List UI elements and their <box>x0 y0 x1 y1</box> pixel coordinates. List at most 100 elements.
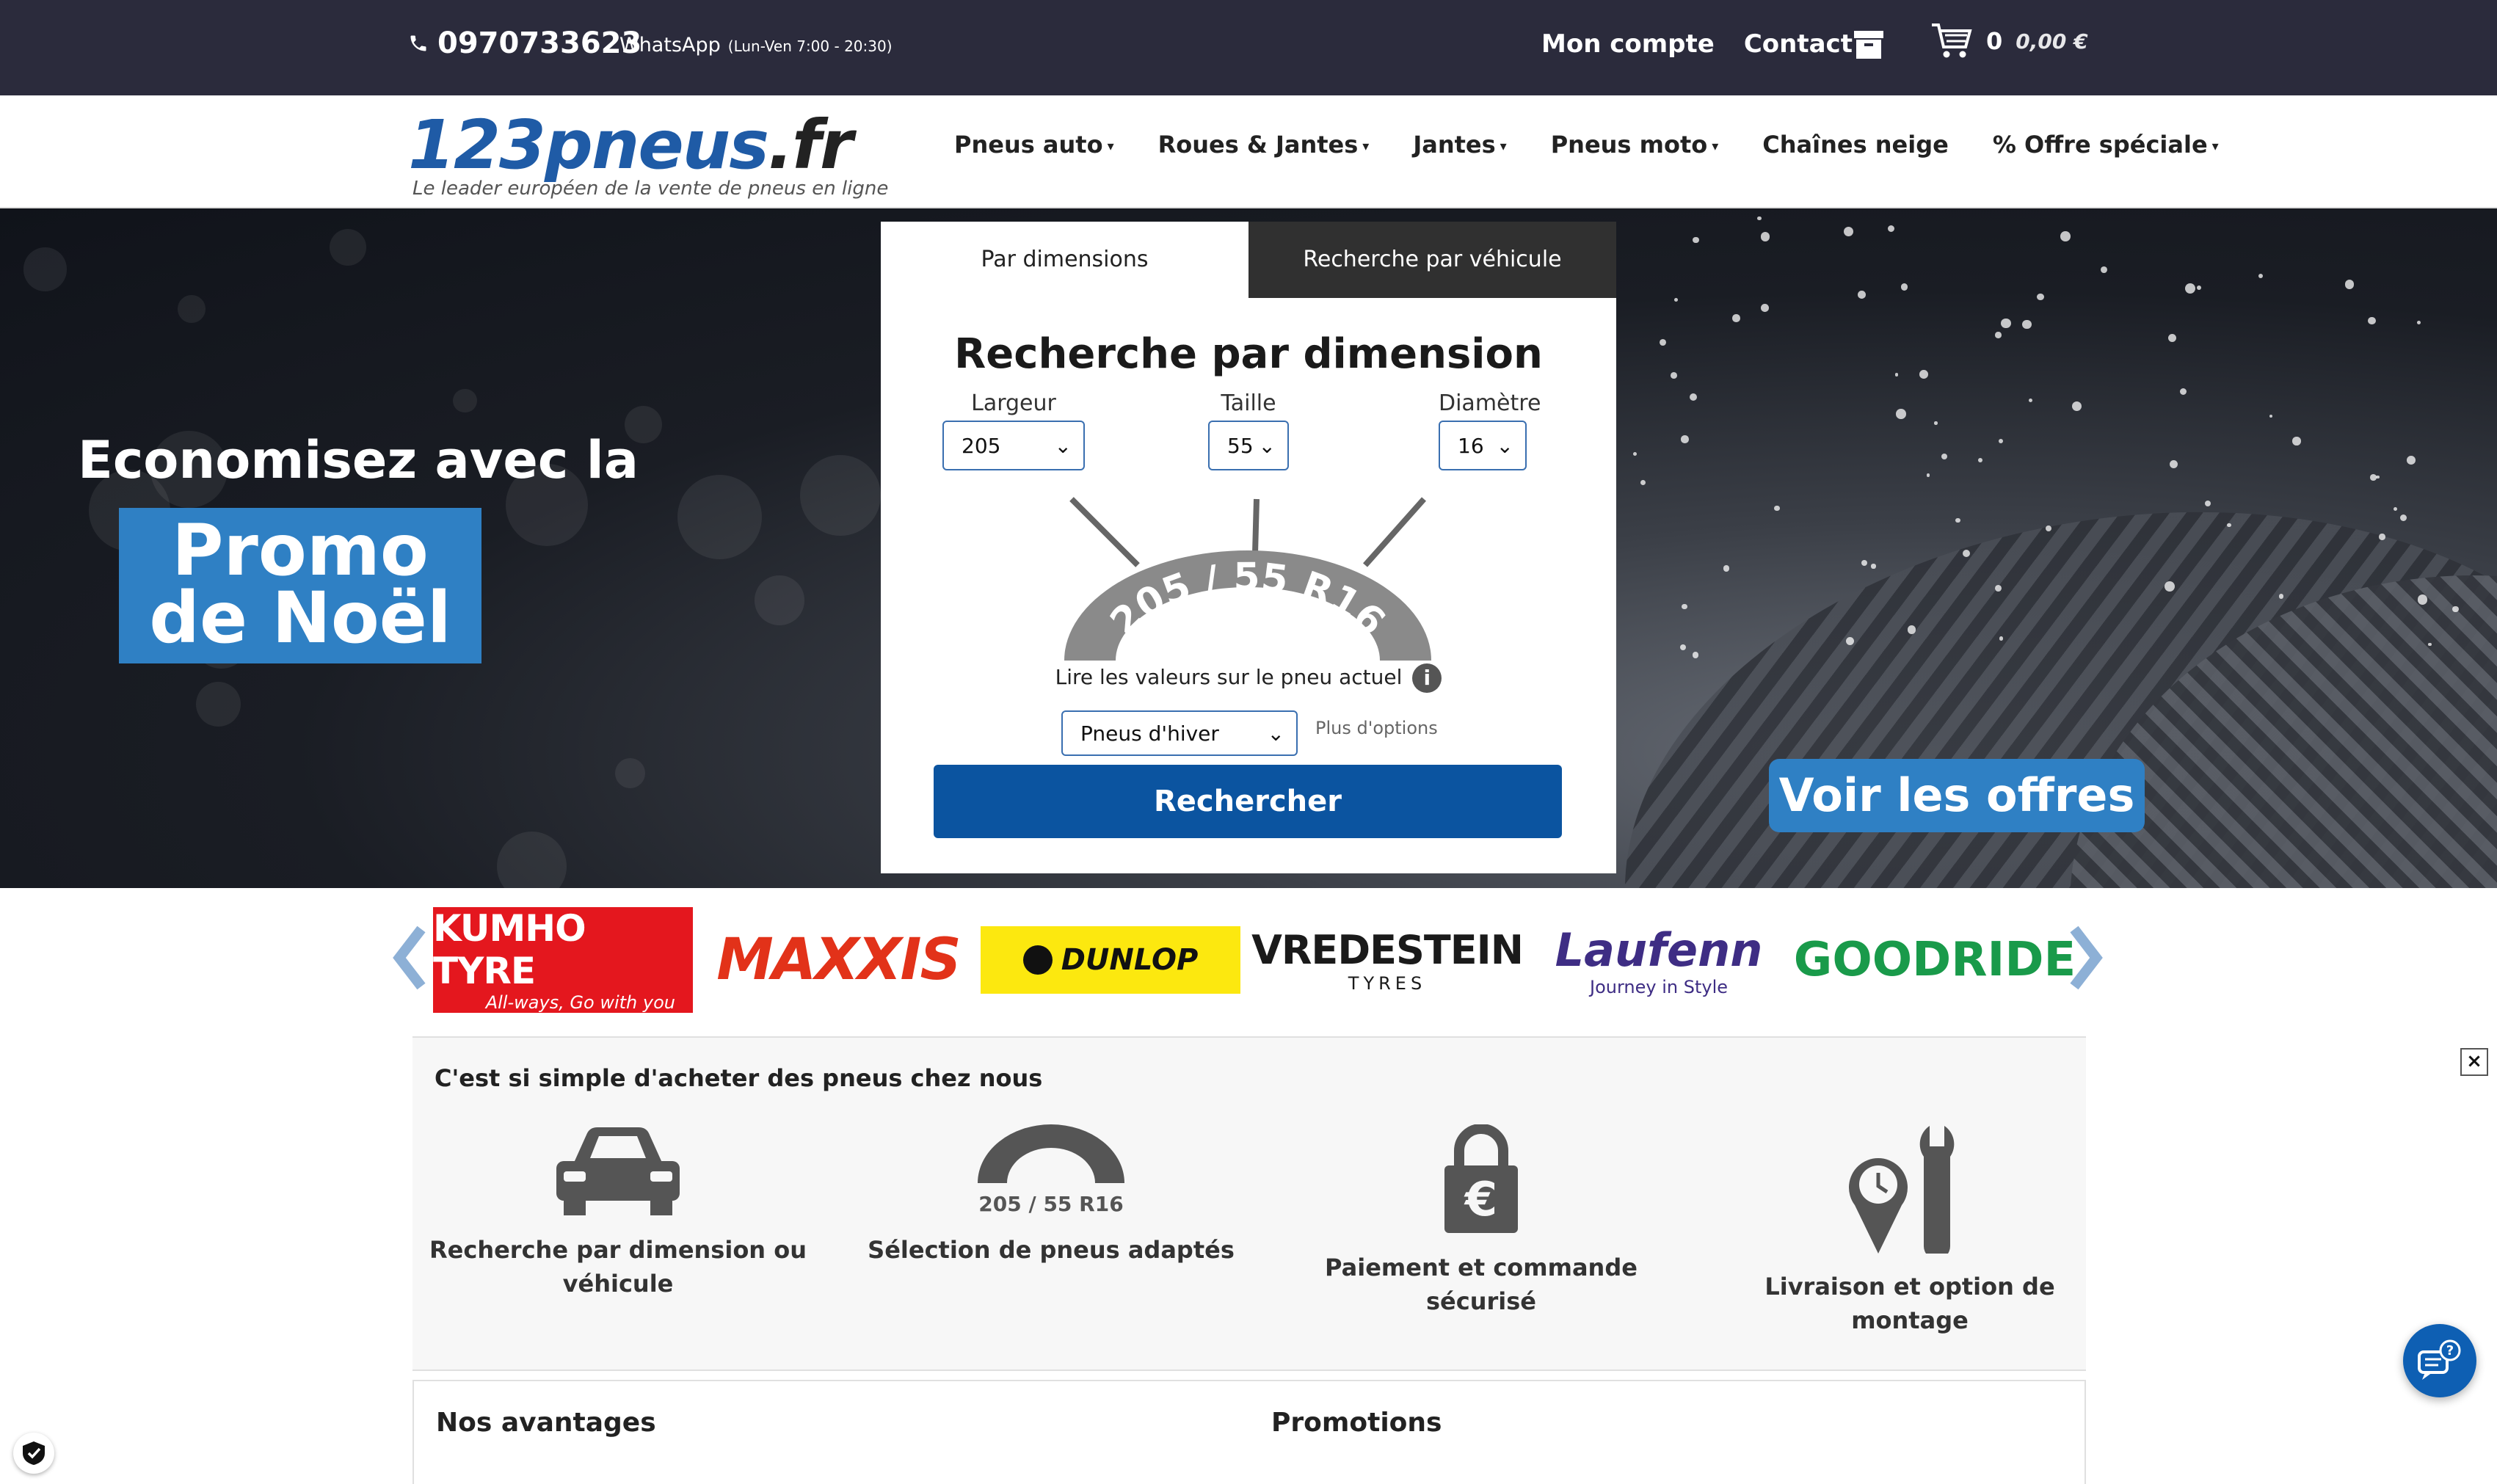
snowflake <box>2029 398 2033 402</box>
phone-number: 0970733623 <box>437 26 642 60</box>
snowflake <box>2179 388 2187 396</box>
snowflake <box>1994 585 2002 592</box>
snowflake <box>1900 283 1908 291</box>
snowflake <box>1693 236 1699 244</box>
snowflake <box>2100 266 2107 274</box>
close-icon[interactable]: × <box>2460 1048 2488 1076</box>
dunlop-name: DUNLOP <box>1061 943 1199 977</box>
snowflake <box>329 229 366 266</box>
snowflake <box>2399 514 2407 521</box>
brand-logo-laufenn[interactable]: Laufenn Journey in Style <box>1534 907 1784 1013</box>
carousel-prev-arrow-icon[interactable] <box>392 925 429 991</box>
contact-link[interactable]: Contact <box>1744 29 1853 59</box>
step-label: Recherche par dimension ou véhicule <box>429 1236 807 1298</box>
nav-label: Roues & Jantes <box>1157 131 1359 159</box>
cart-icon <box>1932 23 1972 58</box>
site-tagline: Le leader européen de la vente de pneus … <box>412 178 889 200</box>
whatsapp-link[interactable]: WhatsApp (Lun-Ven 7:00 - 20:30) <box>619 34 893 57</box>
nav-jantes[interactable]: Jantes ▾ <box>1413 131 1506 159</box>
snowflake <box>195 681 241 727</box>
laufenn-name: Laufenn <box>1555 923 1763 977</box>
snowflake <box>1896 408 1906 419</box>
nav-label: Pneus moto <box>1550 131 1708 159</box>
season-value: Pneus d'hiver <box>1080 721 1219 746</box>
step-payment: € Paiement et commande sécurisé <box>1276 1124 1687 1318</box>
tab-vehicle[interactable]: Recherche par véhicule <box>1248 222 1616 298</box>
account-link[interactable]: Mon compte <box>1541 29 1715 59</box>
snowflake <box>1680 644 1687 651</box>
snowflake <box>2428 642 2432 647</box>
snowflake <box>1934 421 1938 425</box>
nav-offre-speciale[interactable]: % Offre spéciale ▾ <box>1993 131 2219 159</box>
read-values-text: Lire les valeurs sur le pneu actuel <box>1055 665 1403 689</box>
svg-text:?: ? <box>2446 1343 2454 1358</box>
snowflake <box>1660 338 1667 346</box>
how-it-works-section: C'est si simple d'acheter des pneus chez… <box>412 1036 2086 1371</box>
site-logo[interactable]: 123pneus.fr <box>408 112 853 179</box>
snowflake <box>677 474 763 559</box>
snowflake <box>1723 564 1730 572</box>
promotions-heading: Promotions <box>1271 1408 1442 1438</box>
nav-pneus-auto[interactable]: Pneus auto ▾ <box>954 131 1114 159</box>
tyre-icon-marking: 205 / 55 R16 <box>978 1192 1123 1216</box>
width-select[interactable]: 205 ⌄ <box>942 421 1085 470</box>
tyre-search-panel: Par dimensions Recherche par véhicule Re… <box>881 222 1616 873</box>
snowflake <box>2169 459 2178 469</box>
snowflake <box>1670 372 1677 379</box>
brand-logo-dunlop[interactable]: DUNLOP <box>981 926 1240 994</box>
cart-summary[interactable]: 0 0,00 € <box>1930 22 2088 60</box>
logo-tld: .fr <box>768 106 853 184</box>
vredestein-sub: TYRES <box>1348 972 1427 994</box>
season-select[interactable]: Pneus d'hiver ⌄ <box>1061 710 1298 756</box>
snowflake <box>1941 453 1948 460</box>
chevron-down-icon: ⌄ <box>1267 721 1284 746</box>
snowflake <box>1999 636 2004 641</box>
phone-link[interactable]: 0970733623 <box>408 26 641 60</box>
nav-label: % Offre spéciale <box>1992 131 2208 159</box>
kumho-name: KUMHO TYRE <box>433 907 586 992</box>
nav-chaines-neige[interactable]: Chaînes neige <box>1762 131 1949 159</box>
snowflake <box>2278 594 2284 599</box>
diameter-select[interactable]: 16 ⌄ <box>1439 421 1527 470</box>
info-icon[interactable]: i <box>1412 663 1442 693</box>
snowflake <box>2227 523 2231 528</box>
step-selection: 205 / 55 R16 Sélection de pneus adaptés <box>846 1124 1257 1267</box>
brand-logo-goodride[interactable]: GOODRIDE <box>1794 907 2076 1013</box>
snowflake <box>1692 652 1698 658</box>
snowflake <box>755 575 804 625</box>
nav-roues-jantes[interactable]: Roues & Jantes ▾ <box>1158 131 1370 159</box>
chat-help-icon: ? <box>2418 1339 2461 1380</box>
svg-text:205 / 55 R16: 205 / 55 R16 <box>1102 556 1394 644</box>
snowflake <box>496 831 567 888</box>
snowflake <box>2407 456 2416 465</box>
brand-logo-maxxis[interactable]: MAXXIS <box>706 907 970 1013</box>
brand-logo-vredestein[interactable]: VREDESTEIN TYRES <box>1251 907 1524 1013</box>
whatsapp-label: WhatsApp <box>619 34 721 57</box>
phone-icon <box>410 35 426 51</box>
diameter-label: Diamètre <box>1439 390 1541 416</box>
privacy-shield-button[interactable] <box>13 1433 54 1474</box>
promo-badge[interactable]: Promo de Noël <box>119 508 481 663</box>
brand-logo-kumho[interactable]: KUMHO TYRE All-ways, Go with you <box>433 907 693 1013</box>
snowflake <box>800 455 881 537</box>
snowflake <box>1858 291 1867 299</box>
height-select[interactable]: 55 ⌄ <box>1208 421 1289 470</box>
more-options-link[interactable]: Plus d'options <box>1315 718 1438 738</box>
archive-icon[interactable] <box>1853 29 1885 63</box>
caret-down-icon: ▾ <box>2211 138 2219 154</box>
tab-dimensions[interactable]: Par dimensions <box>881 222 1248 298</box>
see-offers-button[interactable]: Voir les offres <box>1769 759 2145 832</box>
chevron-down-icon: ⌄ <box>1054 433 1072 458</box>
chat-help-button[interactable]: ? <box>2403 1324 2476 1397</box>
step-label: Livraison et option de montage <box>1764 1273 2055 1334</box>
snowflake <box>2368 316 2376 325</box>
laufenn-sub: Journey in Style <box>1589 976 1728 997</box>
search-button[interactable]: Rechercher <box>934 765 1562 838</box>
tyre-marking-text: 205 / 55 R16 <box>1102 556 1394 644</box>
snowflake <box>2370 474 2377 481</box>
delivery-wrench-icon <box>1849 1126 1955 1254</box>
snowflake <box>2036 293 2044 301</box>
nav-pneus-moto[interactable]: Pneus moto ▾ <box>1551 131 1719 159</box>
snowflake <box>1844 226 1854 236</box>
step-search: Recherche par dimension ou véhicule <box>412 1124 824 1301</box>
